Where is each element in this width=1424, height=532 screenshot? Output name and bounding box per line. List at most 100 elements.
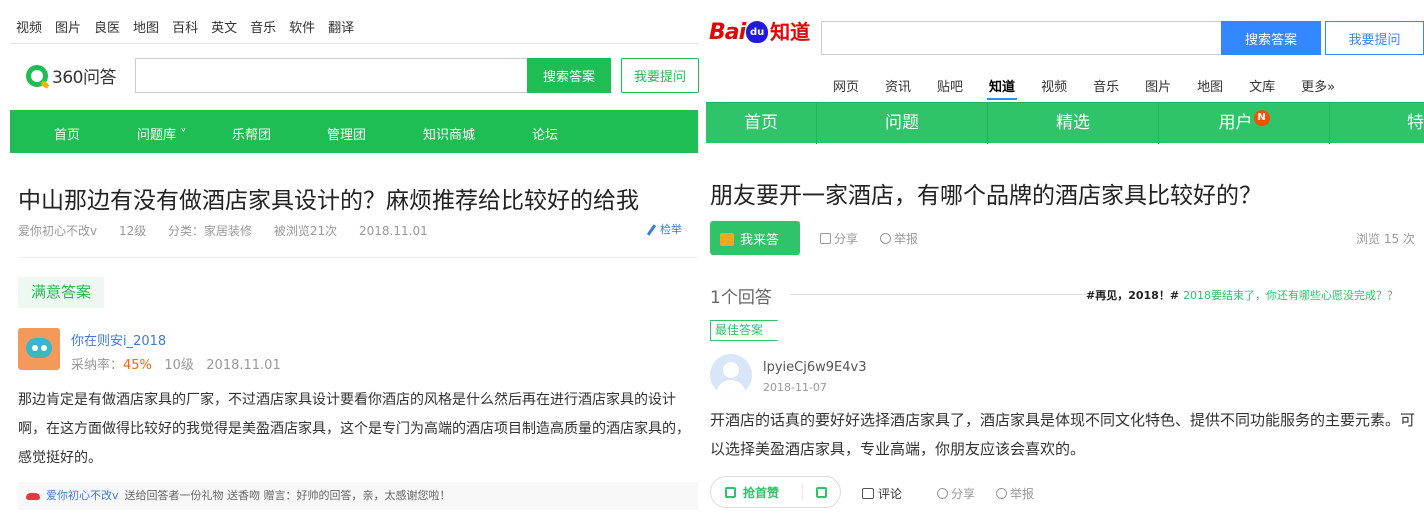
nav-item-featured[interactable]: 精选: [988, 103, 1159, 144]
dislike-button[interactable]: [803, 483, 840, 502]
search-button[interactable]: 搜索答案: [1221, 21, 1321, 55]
share-link[interactable]: 分享: [937, 485, 975, 502]
nav-item-admin-team[interactable]: 管理团: [327, 124, 366, 143]
nav-item-knowledge-mall[interactable]: 知识商城: [423, 124, 475, 143]
divider: [790, 294, 1086, 295]
report-link[interactable]: 举报: [996, 485, 1034, 502]
pen-icon: [646, 224, 657, 236]
report-link[interactable]: 检举: [646, 221, 682, 237]
nav-item-special[interactable]: 特: [1330, 103, 1424, 144]
logo-icon: [26, 64, 48, 87]
top-nav: 视频 图片 良医 地图 百科 英文 音乐 软件 翻译: [16, 17, 354, 36]
main-nav: 首页 问题库 ˅ 乐帮团 管理团 知识商城 论坛: [10, 110, 698, 153]
report-icon: [880, 233, 891, 244]
like-label: 抢首赞: [743, 485, 780, 500]
author-link[interactable]: 爱你初心不改v: [18, 224, 97, 238]
avatar-eye: [32, 345, 38, 351]
top-nav-item[interactable]: 翻译: [328, 17, 354, 36]
nav-item-home[interactable]: 首页: [54, 124, 80, 143]
answer-date: 2018-11-07: [763, 381, 827, 394]
answer-button-label: 我来答: [740, 232, 780, 248]
vote-group: 抢首赞: [710, 476, 841, 508]
tab-video[interactable]: 视频: [1041, 76, 1067, 95]
logo-bai: Bai: [709, 20, 746, 45]
avatar-body: [716, 380, 746, 396]
question-title: 中山那边有没有做酒店家具设计的？麻烦推荐给比较好的给我: [18, 188, 639, 214]
question-meta: 爱你初心不改v 12级 分类：家居装修 被浏览21次 2018.11.01: [18, 222, 446, 239]
logo-du: du: [750, 27, 765, 38]
top-nav-item[interactable]: 良医: [94, 17, 120, 36]
paw-icon: du: [746, 21, 769, 43]
wenda360-panel: 视频 图片 良医 地图 百科 英文 音乐 软件 翻译 360问答 搜索答案 我要…: [0, 0, 706, 532]
share-link[interactable]: 分享: [820, 230, 858, 247]
topic-text: 2018要结束了，你还有哪些心愿没完成？？: [1183, 289, 1399, 302]
search-button[interactable]: 搜索答案: [527, 58, 611, 93]
nav-item-questions[interactable]: 问题: [817, 103, 988, 144]
ask-question-button[interactable]: 我要提问: [1325, 21, 1424, 55]
report-icon: [996, 488, 1007, 499]
view-count: 浏览 15 次: [1356, 232, 1415, 246]
answerer-stats: 采纳率：45% 10级 2018.11.01: [71, 354, 281, 373]
adopt-label: 采纳率：: [71, 358, 124, 373]
site-logo[interactable]: 360问答: [26, 63, 116, 88]
nav-item-home[interactable]: 首页: [706, 103, 817, 144]
search-input[interactable]: [821, 21, 1221, 55]
report-label: 举报: [1010, 487, 1035, 501]
tab-music[interactable]: 音乐: [1093, 76, 1119, 95]
answer-button[interactable]: 我来答: [710, 221, 800, 255]
answerer-name[interactable]: 你在则安i_2018: [71, 330, 166, 349]
like-button[interactable]: 抢首赞: [711, 483, 803, 501]
gift-icon: [720, 232, 734, 246]
logo-zhidao: 知道: [770, 20, 811, 44]
nav-item-forum[interactable]: 论坛: [532, 124, 558, 143]
top-nav-item[interactable]: 百科: [172, 17, 198, 36]
avatar-eye: [41, 345, 47, 351]
share-icon: [820, 233, 831, 244]
tab-map[interactable]: 地图: [1197, 76, 1223, 95]
tab-web[interactable]: 网页: [833, 76, 859, 95]
answerer-avatar[interactable]: [18, 328, 60, 370]
top-nav-item[interactable]: 音乐: [250, 17, 276, 36]
gift-user-link[interactable]: 爱你初心不改v: [46, 489, 119, 502]
baidu-logo[interactable]: Bai du 知道: [709, 16, 810, 45]
nav-item-users[interactable]: 用户 N: [1159, 103, 1330, 144]
main-nav: 首页 问题 精选 用户 N 特: [706, 102, 1424, 144]
top-nav-item[interactable]: 地图: [133, 17, 159, 36]
topic-banner[interactable]: #再见，2018！# 2018要结束了，你还有哪些心愿没完成？？: [1086, 287, 1398, 303]
gift-bar: 爱你初心不改v 送给回答者一份礼物 送香吻 赠言：好帅的回答，亲，太感谢您啦！: [18, 482, 698, 510]
comment-label: 评论: [878, 487, 903, 501]
nav-item-lebangtuan[interactable]: 乐帮团: [232, 124, 271, 143]
answer-text: 开酒店的话真的要好好选择酒店家具了，酒店家具是体现不同文化特色、提供不同功能服务…: [710, 411, 1416, 458]
answerer-avatar[interactable]: [710, 354, 752, 396]
top-nav-item[interactable]: 英文: [211, 17, 237, 36]
answerer-name[interactable]: lpyieCj6w9E4v3: [763, 360, 866, 375]
tab-wenku[interactable]: 文库: [1249, 76, 1275, 95]
avatar-head: [723, 362, 739, 378]
avatar-face: [26, 338, 52, 358]
top-nav-item[interactable]: 图片: [55, 17, 81, 36]
search-input[interactable]: [135, 58, 527, 93]
product-tabs: 网页 资讯 贴吧 知道 视频 音乐 图片 地图 文库 更多»: [833, 76, 1361, 100]
report-link[interactable]: 举报: [880, 230, 918, 247]
tab-zhidao[interactable]: 知道: [987, 76, 1018, 100]
ask-question-button[interactable]: 我要提问: [621, 58, 699, 93]
adopt-rate: 45%: [123, 358, 152, 373]
top-nav-item[interactable]: 软件: [289, 17, 315, 36]
nav-item-question-bank[interactable]: 问题库 ˅: [137, 124, 187, 143]
nav-item-users-label: 用户: [1218, 113, 1253, 133]
tab-tieba[interactable]: 贴吧: [937, 76, 963, 95]
tab-images[interactable]: 图片: [1145, 76, 1171, 95]
answerer-level: 10级: [164, 358, 194, 373]
thumb-up-icon: [725, 486, 736, 498]
question-category[interactable]: 分类：家居装修: [168, 224, 252, 238]
tab-more[interactable]: 更多»: [1301, 76, 1335, 95]
comment-link[interactable]: 评论: [862, 485, 902, 502]
view-count: 被浏览21次: [273, 224, 338, 238]
top-nav-item[interactable]: 视频: [16, 17, 42, 36]
divider: [10, 43, 698, 44]
share-label: 分享: [951, 487, 976, 501]
author-level: 12级: [118, 224, 147, 238]
share-label: 分享: [834, 232, 859, 246]
tab-news[interactable]: 资讯: [885, 76, 911, 95]
kiss-icon: [26, 492, 40, 500]
